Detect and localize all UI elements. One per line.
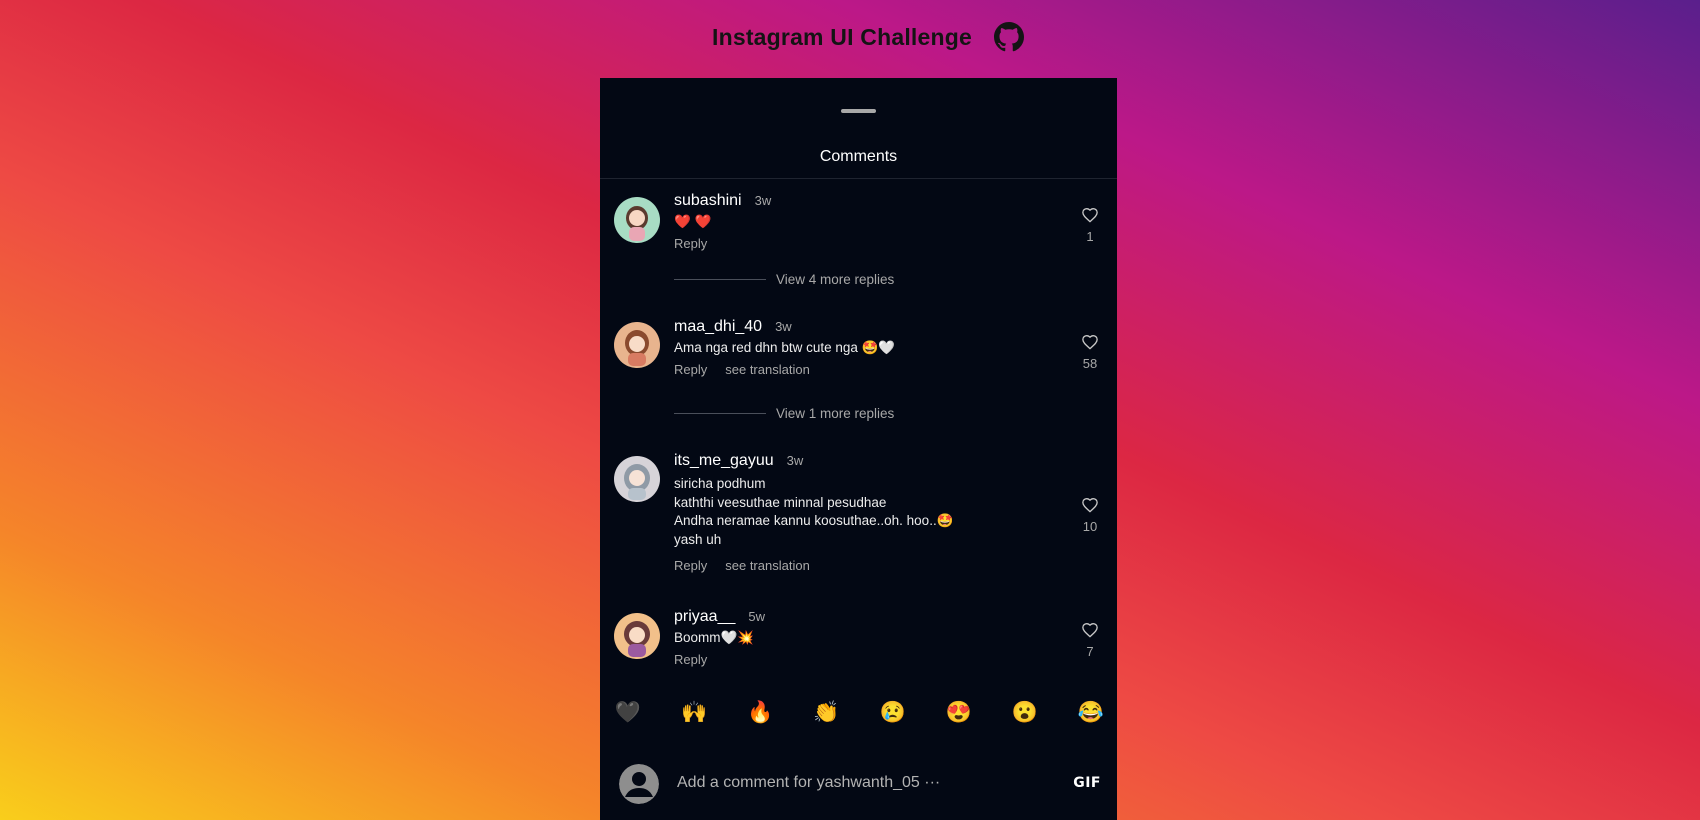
view-replies-button[interactable]: View 1 more replies xyxy=(674,406,894,421)
comment-time: 3w xyxy=(775,319,792,334)
comment-actions: Reply see translation xyxy=(674,362,1057,377)
comment-composer: GIF xyxy=(600,762,1117,806)
comment-time: 3w xyxy=(754,193,772,208)
emoji-bar: 🖤 🙌 🔥 👏 😢 😍 😮 😂 xyxy=(600,698,1117,728)
avatar[interactable] xyxy=(614,456,660,502)
default-avatar-icon[interactable] xyxy=(619,764,659,804)
emoji-clapping[interactable]: 👏 xyxy=(812,701,840,725)
like-column: 1 xyxy=(1075,206,1105,244)
avatar[interactable] xyxy=(614,197,660,243)
avatar[interactable] xyxy=(614,322,660,368)
like-count: 7 xyxy=(1086,644,1094,659)
comment-actions: Reply xyxy=(674,236,1057,251)
comment-body: its_me_gayuu 3w siricha podhum kaththi v… xyxy=(674,452,1057,573)
comment-text: ❤️ ❤️ xyxy=(674,214,712,229)
like-column: 10 xyxy=(1075,496,1105,534)
sheet-title: Comments xyxy=(819,148,898,165)
avatar[interactable] xyxy=(614,613,660,659)
reply-button[interactable]: Reply xyxy=(674,236,707,251)
comment-username[interactable]: subashini xyxy=(674,192,742,210)
comment-body: priyaa__ 5w Boomm🤍💥 Reply xyxy=(674,608,1057,667)
heart-outline-icon[interactable] xyxy=(1081,206,1099,228)
view-replies-label: View 1 more replies xyxy=(776,406,895,421)
like-count: 1 xyxy=(1086,229,1094,244)
reply-button[interactable]: Reply xyxy=(674,558,707,573)
heart-outline-icon[interactable] xyxy=(1081,621,1099,643)
comment-username[interactable]: its_me_gayuu xyxy=(674,452,774,470)
comment-username[interactable]: priyaa__ xyxy=(674,608,735,626)
comment-time: 3w xyxy=(786,453,804,468)
divider xyxy=(600,178,1117,179)
comment-text: siricha podhum kaththi veesuthae minnal … xyxy=(674,476,954,547)
drag-handle[interactable] xyxy=(841,109,876,113)
emoji-black-heart[interactable]: 🖤 xyxy=(614,701,642,725)
comment-text: Boomm🤍💥 xyxy=(674,630,755,645)
comment-username[interactable]: maa_dhi_40 xyxy=(674,318,762,336)
like-count: 58 xyxy=(1082,356,1098,371)
like-column: 58 xyxy=(1075,333,1105,371)
like-count: 10 xyxy=(1082,519,1098,534)
emoji-heart-eyes[interactable]: 😍 xyxy=(945,701,973,725)
emoji-laughing[interactable]: 😂 xyxy=(1077,701,1105,725)
comment-actions: Reply see translation xyxy=(674,558,1057,573)
view-replies-button[interactable]: View 4 more replies xyxy=(674,272,894,287)
gif-button[interactable]: GIF xyxy=(1073,775,1101,791)
emoji-surprised[interactable]: 😮 xyxy=(1011,701,1039,725)
comment-input[interactable] xyxy=(677,770,1047,796)
emoji-fire[interactable]: 🔥 xyxy=(746,701,774,725)
emoji-raising-hands[interactable]: 🙌 xyxy=(680,701,708,725)
page-title: Instagram UI Challenge xyxy=(711,23,973,50)
heart-outline-icon[interactable] xyxy=(1081,333,1099,355)
see-translation-button[interactable]: see translation xyxy=(725,362,810,377)
reply-button[interactable]: Reply xyxy=(674,362,707,377)
comment-time: 5w xyxy=(748,609,765,624)
emoji-crying[interactable]: 😢 xyxy=(879,701,907,725)
heart-outline-icon[interactable] xyxy=(1081,496,1099,518)
like-column: 7 xyxy=(1075,621,1105,659)
view-replies-label: View 4 more replies xyxy=(776,272,895,287)
see-translation-button[interactable]: see translation xyxy=(725,558,810,573)
comment-body: subashini 3w ❤️ ❤️ Reply xyxy=(674,192,1057,251)
comment-body: maa_dhi_40 3w Ama nga red dhn btw cute n… xyxy=(674,318,1057,377)
comment-actions: Reply xyxy=(674,652,1057,667)
comment-text: Ama nga red dhn btw cute nga 🤩🤍 xyxy=(674,340,896,355)
comments-sheet: Comments subashini 3w ❤️ ❤️ Reply 1 View… xyxy=(600,78,1117,820)
github-icon[interactable] xyxy=(994,22,1025,52)
reply-button[interactable]: Reply xyxy=(674,652,707,667)
page-header: Instagram UI Challenge xyxy=(0,22,1700,52)
